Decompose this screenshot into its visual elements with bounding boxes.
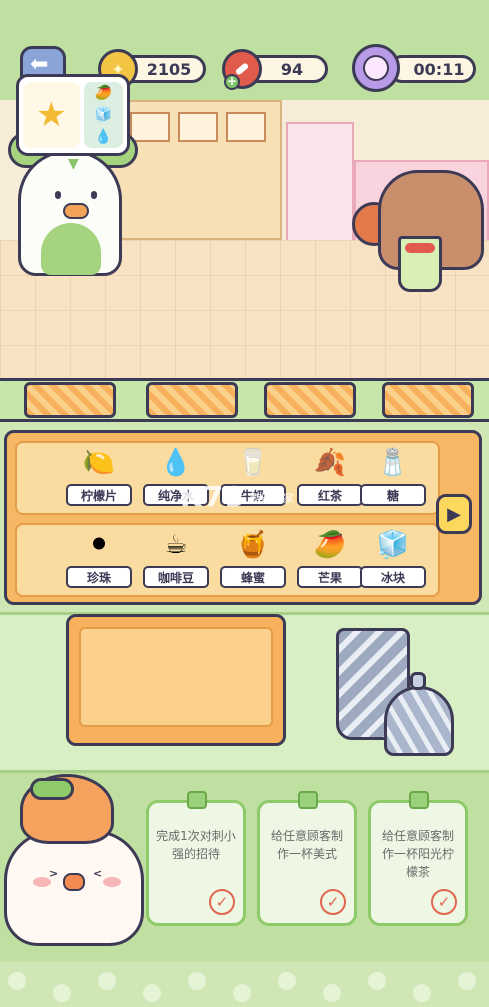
timer-value: 00:11	[413, 59, 465, 79]
decor-dot	[98, 972, 116, 990]
ice-cube-icon: 🧊	[94, 107, 113, 123]
decor-dot	[458, 972, 476, 990]
coffee-beans-icon: ☕	[164, 530, 188, 560]
next-page-arrow-icon[interactable]: ▶	[436, 494, 472, 534]
shaker-cap-icon	[410, 672, 426, 690]
counter-slot[interactable]	[24, 382, 116, 418]
ingredient-honey-jar[interactable]: 🍯 蜂蜜	[212, 522, 294, 588]
watermark-tagline: 游戏之家	[250, 492, 294, 505]
watermark-logo: K73	[180, 480, 247, 513]
window	[226, 112, 266, 142]
checkmark-icon: ✓	[431, 889, 457, 915]
ingredient-label: 珍珠	[66, 566, 132, 588]
task-text: 给任意顾客制作一杯阳光柠檬茶	[381, 829, 454, 879]
counter-slot[interactable]	[264, 382, 356, 418]
window	[178, 112, 218, 142]
duck-eye	[91, 191, 97, 199]
back-arrow-icon: ⬅	[30, 52, 49, 77]
decor-dot	[8, 972, 26, 990]
mascot-leaf	[30, 778, 74, 800]
task-card-1[interactable]: 完成1次对刺小强的招待 ✓	[146, 791, 246, 926]
ingredient-label: 咖啡豆	[143, 566, 209, 588]
order-ingredients: 🥭 🧊 💧	[83, 82, 123, 148]
mascot-eye: >	[49, 867, 59, 880]
served-drink-icon	[398, 236, 442, 292]
mascot-cheek	[103, 877, 121, 887]
water-bottle-icon: 💧	[94, 129, 113, 145]
counter-slot[interactable]	[382, 382, 474, 418]
tapioca-pearls-icon: ⚫	[88, 530, 110, 560]
decor-dot	[233, 984, 251, 1002]
decor-dot	[188, 972, 206, 990]
duck-belly	[41, 223, 101, 275]
clip-icon	[187, 791, 207, 809]
ingredient-tapioca-pearls[interactable]: ⚫ 珍珠	[58, 522, 140, 588]
mascot-beak	[63, 873, 85, 891]
order-bubble: ★ 🥭 🧊 💧	[16, 74, 130, 156]
prep-tray[interactable]	[66, 614, 286, 746]
shaker-lid-icon[interactable]	[384, 686, 454, 756]
honey-jar-icon: 🍯	[236, 530, 270, 560]
decor-dot	[278, 972, 296, 990]
mascot-character[interactable]: > <	[4, 830, 144, 946]
mascot-cheek	[33, 877, 51, 887]
timer-display: 00:11	[388, 55, 476, 83]
checkmark-icon: ✓	[320, 889, 346, 915]
decor-dot	[53, 984, 71, 1002]
coin-value: 2105	[146, 59, 192, 79]
clip-icon	[409, 791, 429, 809]
ingredient-lemon-slices[interactable]: 🍋 柠檬片	[58, 440, 140, 506]
prep-tray-surface	[79, 627, 273, 727]
task-card-3[interactable]: 给任意顾客制作一杯阳光柠檬茶 ✓	[368, 791, 468, 926]
counter-slot[interactable]	[146, 382, 238, 418]
duck-eye	[55, 191, 61, 199]
lemon-slices-icon: 🍋	[82, 448, 116, 478]
duck-beak	[63, 203, 89, 219]
mango-shaved-ice-icon: ★	[23, 82, 80, 148]
ingredient-coffee-beans[interactable]: ☕ 咖啡豆	[135, 522, 217, 588]
ingredient-ice-cube[interactable]: 🧊 冰块	[352, 522, 434, 588]
mango-icon: 🥭	[313, 530, 347, 560]
ingredient-label: 柠檬片	[66, 484, 132, 506]
decor-dot	[323, 984, 341, 1002]
sugar-jar-icon: 🧂	[376, 448, 410, 478]
task-text: 给任意顾客制作一杯美式	[270, 829, 343, 861]
task-card-2[interactable]: 给任意顾客制作一杯美式 ✓	[257, 791, 357, 926]
meat-value: 94	[280, 59, 304, 79]
checkmark-icon: ✓	[209, 889, 235, 915]
decor-dot	[413, 984, 431, 1002]
mango-icon: 🥭	[94, 85, 113, 101]
black-tea-icon: 🍂	[313, 448, 347, 478]
ingredient-label: 冰块	[360, 566, 426, 588]
decor-dot	[368, 972, 386, 990]
mascot-eye: <	[93, 867, 103, 880]
decor-dot	[143, 984, 161, 1002]
add-meat-button[interactable]: +	[224, 74, 240, 90]
window	[130, 112, 170, 142]
order-bubble-tail-icon: ▼	[68, 156, 79, 172]
clip-icon	[298, 791, 318, 809]
ingredient-label: 糖	[360, 484, 426, 506]
ice-cube-icon: 🧊	[376, 530, 410, 560]
task-text: 完成1次对刺小强的招待	[156, 829, 236, 861]
ingredient-label: 蜂蜜	[220, 566, 286, 588]
ingredient-sugar-jar[interactable]: 🧂 糖	[352, 440, 434, 506]
alarm-clock-icon	[352, 44, 400, 92]
